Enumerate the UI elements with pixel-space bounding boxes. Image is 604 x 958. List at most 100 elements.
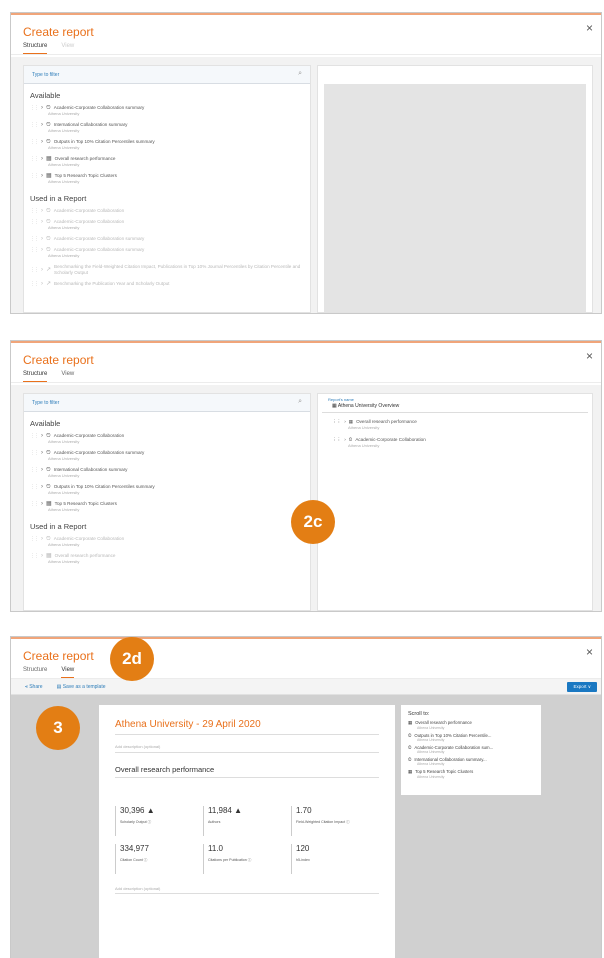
chevron-right-icon[interactable]: › <box>344 437 346 443</box>
widget-subtitle: Athena University <box>48 490 80 495</box>
available-widget-item[interactable]: ⋮⋮ › ⏲ Outputs in Top 10% Citation Percenti… <box>24 136 310 153</box>
chevron-right-icon[interactable]: › <box>41 208 43 214</box>
used-heading: Used in a Report <box>30 194 87 203</box>
chevron-right-icon[interactable]: › <box>41 501 43 507</box>
scroll-to-item[interactable]: ⏲ International Collaboration summary... A… <box>408 757 534 766</box>
chevron-right-icon[interactable]: › <box>41 219 43 225</box>
drag-handle-icon[interactable]: ⋮⋮ <box>30 553 39 559</box>
step-badge-3: 3 <box>36 706 80 750</box>
drag-handle-icon[interactable]: ⋮⋮ <box>30 122 39 128</box>
drag-handle-icon[interactable]: ⋮⋮ <box>30 536 39 542</box>
clock-icon: ⏲ <box>408 733 412 738</box>
available-widget-item[interactable]: ⋮⋮ › ⏲ International Collaboration summary A… <box>24 119 310 136</box>
metric-fwci: 1.70 Field-Weighted Citation Impact ⓘ <box>291 806 373 836</box>
available-widget-item[interactable]: ⋮⋮ › ⏲ Academic-Corporate Collaboration sum… <box>24 447 310 464</box>
drag-handle-icon[interactable]: ⋮⋮ <box>30 236 39 242</box>
available-widget-item[interactable]: ⋮⋮ › ⏲ Academic-Corporate Collaboration Athe… <box>24 430 310 447</box>
tab-view[interactable]: View <box>61 667 75 678</box>
available-widget-item[interactable]: ⋮⋮ › ▦ Top 5 Research Topic Clusters Athena … <box>24 498 310 515</box>
drag-handle-icon[interactable]: ⋮⋮ <box>332 419 341 425</box>
save-template-button[interactable]: ▤ Save as a template <box>57 684 106 690</box>
close-icon[interactable]: × <box>586 21 593 35</box>
used-widget-item[interactable]: ⋮⋮ › ⏲ Academic-Corporate Collaboration Athe… <box>24 533 310 550</box>
available-widget-item[interactable]: ⋮⋮ › ▦ Overall research performance Athena U… <box>24 153 310 170</box>
chevron-right-icon[interactable]: › <box>41 467 43 473</box>
chevron-right-icon[interactable]: › <box>41 236 43 242</box>
report-title[interactable]: Athena University - 29 April 2020 <box>115 719 379 735</box>
drag-handle-icon[interactable]: ⋮⋮ <box>30 501 39 507</box>
scroll-to-item[interactable]: ⏲ Academic-Corporate Collaboration sum...… <box>408 745 534 754</box>
scroll-to-item[interactable]: ▦ Overall research performance Athena Univ… <box>408 720 534 730</box>
report-name-field[interactable]: ▦ Athena University Overview <box>322 402 588 413</box>
description-input[interactable]: Add description (optional) <box>115 741 379 753</box>
chevron-right-icon[interactable]: › <box>41 139 43 145</box>
report-item[interactable]: ⋮⋮ › ⏲ Academic-Corporate Collaboration Athe… <box>318 431 592 449</box>
description-input-2[interactable]: Add description (optional) <box>115 886 379 894</box>
drag-handle-icon[interactable]: ⋮⋮ <box>30 467 39 473</box>
widget-label: Academic-Corporate Collaboration <box>53 208 125 213</box>
metric-label: Citations per Publication ⓘ <box>208 858 252 862</box>
scroll-to-title: Scroll to: <box>408 711 430 717</box>
chevron-right-icon[interactable]: › <box>41 173 43 179</box>
filter-input[interactable]: Type to filter ⌕ <box>24 66 310 84</box>
drag-handle-icon[interactable]: ⋮⋮ <box>30 105 39 111</box>
used-widget-item[interactable]: ⋮⋮ › ⏲ Academic-Corporate Collaboration sum… <box>24 244 310 261</box>
drag-handle-icon[interactable]: ⋮⋮ <box>30 484 39 490</box>
grid-icon: ▦ <box>408 720 413 725</box>
scroll-to-subtitle: Athena University <box>417 726 445 730</box>
chevron-right-icon[interactable]: › <box>41 122 43 128</box>
chevron-right-icon[interactable]: › <box>41 281 43 287</box>
widget-subtitle: Athena University <box>48 559 80 564</box>
tab-structure[interactable]: Structure <box>23 371 48 382</box>
drag-handle-icon[interactable]: ⋮⋮ <box>30 433 39 439</box>
close-icon[interactable]: × <box>586 349 593 363</box>
tab-structure[interactable]: Structure <box>23 667 47 678</box>
scroll-to-subtitle: Athena University <box>417 775 445 779</box>
chevron-right-icon[interactable]: › <box>344 419 346 425</box>
tab-structure[interactable]: Structure <box>23 43 48 54</box>
used-widget-item[interactable]: ⋮⋮ › ▦ Overall research performance Athena U… <box>24 550 310 567</box>
used-widget-item[interactable]: ⋮⋮ › ↗ Benchmarking the Field-Weighted Cita… <box>24 261 310 278</box>
scroll-to-item[interactable]: ⏲ Outputs in Top 10% Citation Percentile.… <box>408 733 534 742</box>
tab-view[interactable]: View <box>61 43 74 54</box>
chevron-right-icon[interactable]: › <box>41 156 43 162</box>
drag-handle-icon[interactable]: ⋮⋮ <box>30 156 39 162</box>
export-button[interactable]: Export ∨ <box>567 682 597 692</box>
chevron-right-icon[interactable]: › <box>41 267 43 273</box>
drag-handle-icon[interactable]: ⋮⋮ <box>30 450 39 456</box>
used-widget-item[interactable]: ⋮⋮ › ↗ Benchmarking the Publication Year an… <box>24 278 310 289</box>
chevron-right-icon[interactable]: › <box>41 433 43 439</box>
available-widget-item[interactable]: ⋮⋮ › ▦ Top 5 Research Topic Clusters Athena … <box>24 170 310 187</box>
used-widget-item[interactable]: ⋮⋮ › ⏲ Academic-Corporate Collaboration Athe… <box>24 216 310 233</box>
chevron-right-icon[interactable]: › <box>41 553 43 559</box>
scroll-to-item[interactable]: ▦ Top 5 Research Topic Clusters Athena Uni… <box>408 769 534 779</box>
share-button[interactable]: ⪪ Share <box>25 684 43 690</box>
drag-handle-icon[interactable]: ⋮⋮ <box>30 173 39 179</box>
report-canvas: Athena University - 29 April 2020 Add de… <box>11 695 601 958</box>
used-widget-item[interactable]: ⋮⋮ › ⏲ Academic-Corporate Collaboration sum… <box>24 233 310 244</box>
clock-icon: ⏲ <box>46 208 51 214</box>
share-icon: ⪪ <box>25 683 28 690</box>
available-widget-item[interactable]: ⋮⋮ › ⏲ International Collaboration summary A… <box>24 464 310 481</box>
drag-handle-icon[interactable]: ⋮⋮ <box>30 281 39 287</box>
drag-handle-icon[interactable]: ⋮⋮ <box>30 247 39 253</box>
chevron-right-icon[interactable]: › <box>41 247 43 253</box>
drag-handle-icon[interactable]: ⋮⋮ <box>30 208 39 214</box>
filter-input[interactable]: Type to filter ⌕ <box>24 394 310 412</box>
chevron-right-icon[interactable]: › <box>41 450 43 456</box>
step-badge-2d: 2d <box>110 637 154 681</box>
available-widget-item[interactable]: ⋮⋮ › ⏲ Academic-Corporate Collaboration sum… <box>24 102 310 119</box>
drag-handle-icon[interactable]: ⋮⋮ <box>332 437 341 443</box>
drag-handle-icon[interactable]: ⋮⋮ <box>30 139 39 145</box>
chevron-right-icon[interactable]: › <box>41 105 43 111</box>
available-widget-item[interactable]: ⋮⋮ › ⏲ Outputs in Top 10% Citation Percenti… <box>24 481 310 498</box>
used-widget-item[interactable]: ⋮⋮ › ⏲ Academic-Corporate Collaboration <box>24 205 310 216</box>
empty-drop-zone[interactable] <box>324 84 586 312</box>
report-item[interactable]: ⋮⋮ › ▦ Overall research performance Athena U… <box>318 413 592 431</box>
close-icon[interactable]: × <box>586 645 593 659</box>
chevron-right-icon[interactable]: › <box>41 484 43 490</box>
chevron-right-icon[interactable]: › <box>41 536 43 542</box>
tab-view[interactable]: View <box>61 371 74 382</box>
drag-handle-icon[interactable]: ⋮⋮ <box>30 219 39 225</box>
drag-handle-icon[interactable]: ⋮⋮ <box>30 267 39 273</box>
